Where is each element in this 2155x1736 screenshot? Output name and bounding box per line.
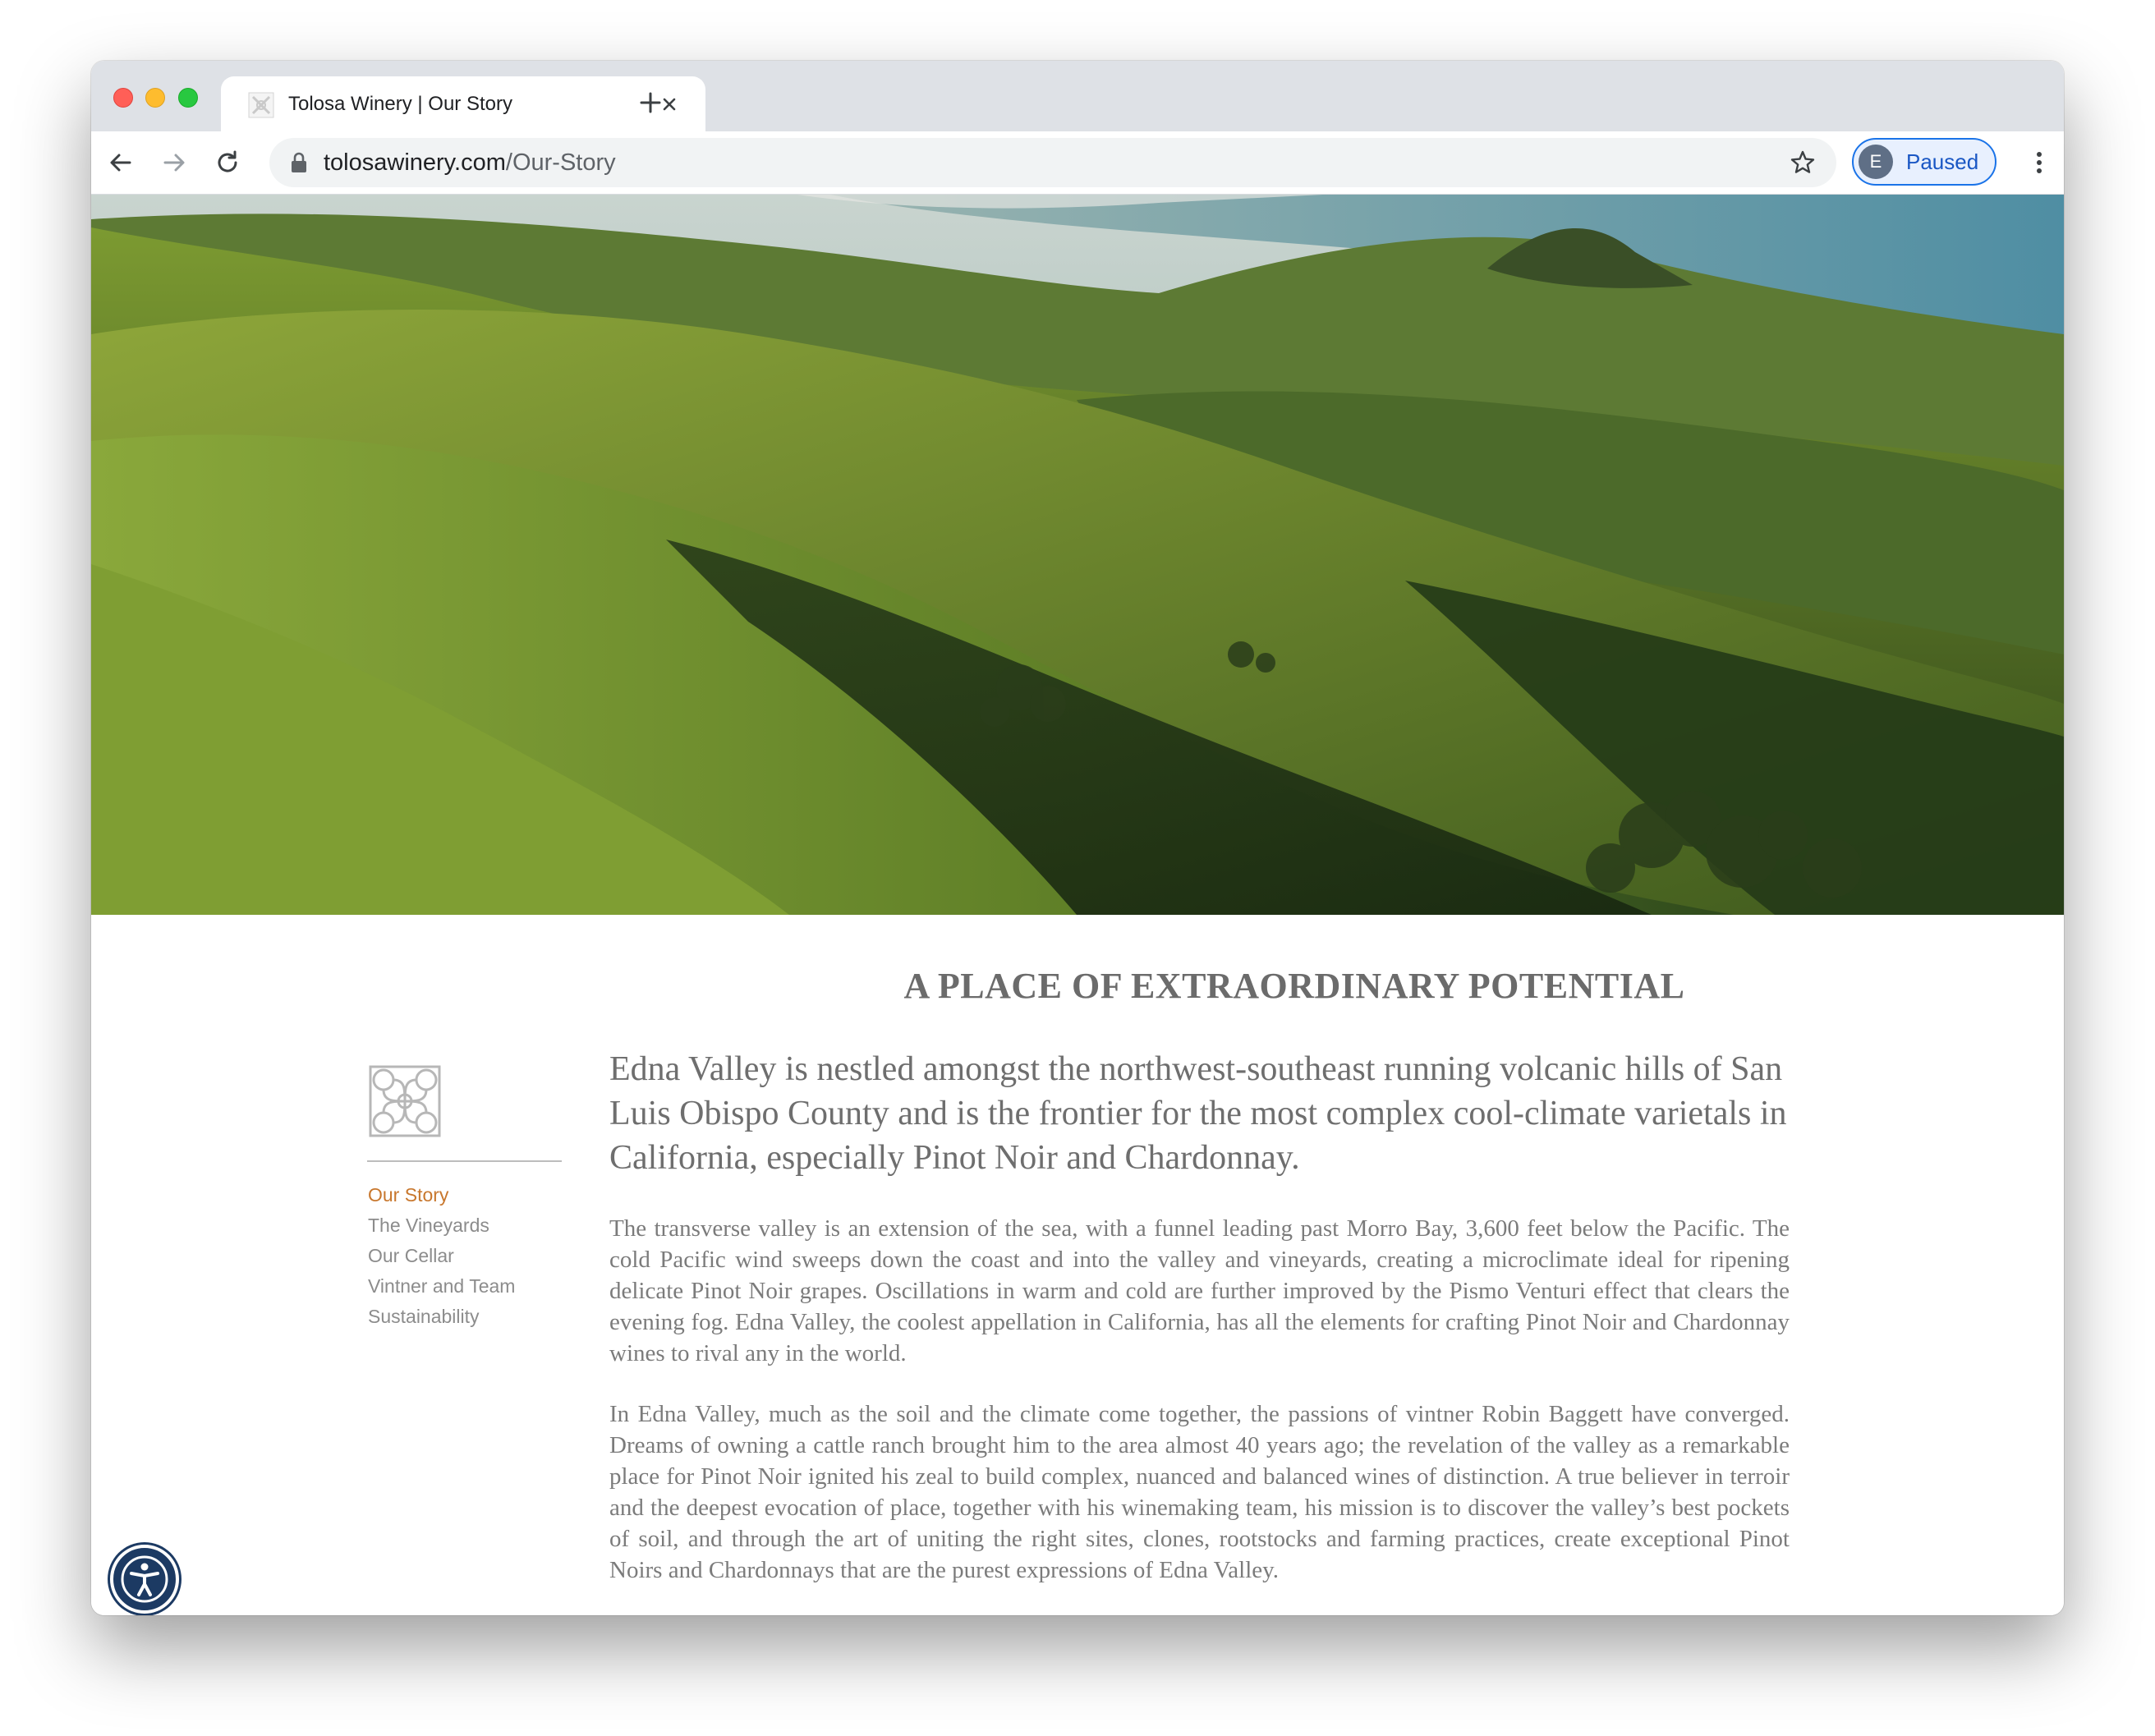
url-host: tolosawinery.com xyxy=(324,149,506,176)
sidebar-item-vintner-and-team[interactable]: Vintner and Team xyxy=(368,1271,515,1302)
tab-title: Tolosa Winery | Our Story xyxy=(288,93,512,115)
lead-paragraph: Edna Valley is nestled amongst the north… xyxy=(609,1050,1787,1177)
lock-icon[interactable] xyxy=(289,152,309,173)
close-window-button[interactable] xyxy=(113,88,133,108)
url-path: /Our-Story xyxy=(505,149,616,176)
more-vert-icon[interactable] xyxy=(2023,146,2056,179)
reload-icon[interactable] xyxy=(211,146,244,179)
sidebar-divider xyxy=(367,1160,562,1162)
page-content: A PLACE OF EXTRAORDINARY POTENTIAL Our S… xyxy=(91,195,2064,1615)
sidebar-item-the-vineyards[interactable]: The Vineyards xyxy=(368,1210,515,1241)
avatar: E xyxy=(1859,145,1893,179)
sidebar-item-our-cellar[interactable]: Our Cellar xyxy=(368,1241,515,1271)
bookmark-star-icon[interactable] xyxy=(1789,149,1817,177)
profile-status: Paused xyxy=(1906,149,1979,174)
tolosa-favicon-icon xyxy=(248,92,274,118)
tolosa-knot-logo-icon xyxy=(369,1065,441,1137)
hero-landscape-image xyxy=(91,195,2064,915)
sidebar-item-sustainability[interactable]: Sustainability xyxy=(368,1302,515,1332)
minimize-window-button[interactable] xyxy=(145,88,165,108)
tab-our-story[interactable]: Tolosa Winery | Our Story xyxy=(221,76,705,131)
forward-icon[interactable] xyxy=(158,146,191,179)
browser-window: Tolosa Winery | Our Story tolosawinery.c… xyxy=(91,61,2064,1615)
story-content: Edna Valley is nestled amongst the north… xyxy=(609,1047,1790,1586)
accessibility-button[interactable] xyxy=(110,1545,179,1614)
back-icon[interactable] xyxy=(104,146,137,179)
sidebar-item-our-story[interactable]: Our Story xyxy=(368,1180,515,1210)
profile-button[interactable]: E Paused xyxy=(1852,138,1996,186)
body-paragraph: The transverse valley is an extension of… xyxy=(609,1215,1790,1366)
page-headline: A PLACE OF EXTRAORDINARY POTENTIAL xyxy=(903,966,1685,1006)
sidebar-nav: Our Story The Vineyards Our Cellar Vintn… xyxy=(368,1180,515,1332)
browser-toolbar: tolosawinery.com/Our-Story E Paused xyxy=(91,131,2064,195)
tab-strip: Tolosa Winery | Our Story xyxy=(91,61,2064,131)
body-paragraph: In Edna Valley, much as the soil and the… xyxy=(609,1401,1790,1583)
accessibility-icon xyxy=(121,1555,168,1603)
url-text[interactable]: tolosawinery.com/Our-Story xyxy=(324,149,616,177)
address-bar[interactable]: tolosawinery.com/Our-Story xyxy=(269,138,1836,187)
maximize-window-button[interactable] xyxy=(178,88,198,108)
new-tab-icon[interactable] xyxy=(636,88,665,117)
